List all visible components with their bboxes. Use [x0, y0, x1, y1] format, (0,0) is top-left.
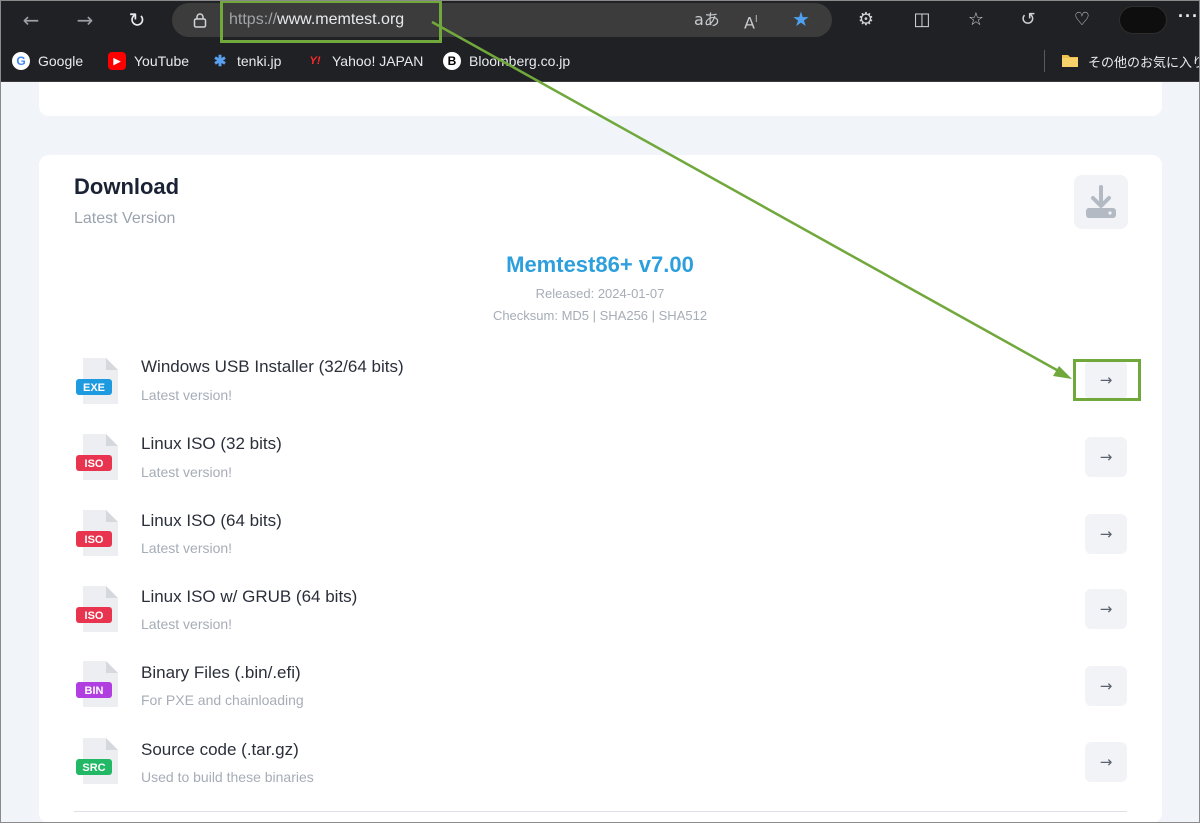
file-tag: ISO [85, 610, 104, 622]
favorites-icon[interactable]: ☆ [962, 6, 990, 34]
exe-file-icon: EXE [76, 358, 118, 404]
bookmark-label: Yahoo! JAPAN [332, 53, 424, 69]
iso-file-icon: ISO [76, 434, 118, 480]
iso-file-icon: ISO [76, 510, 118, 556]
previous-card [39, 82, 1162, 116]
item-title: Source code (.tar.gz) [141, 740, 299, 759]
release-date: Released: 2024-01-07 [535, 286, 665, 301]
browser-essentials-icon[interactable]: ♡ [1068, 6, 1096, 34]
src-file-icon: SRC [76, 738, 118, 784]
bloomberg-icon: B [443, 52, 461, 70]
tenki-icon: ✱ [213, 53, 227, 70]
reload-icon[interactable]: ↻ [122, 6, 152, 34]
translate-icon[interactable]: aあ [694, 9, 720, 31]
file-tag: EXE [83, 382, 105, 394]
bookmark-label: Google [38, 53, 84, 69]
download-source-code-button[interactable]: → [1085, 742, 1127, 782]
bookmark-divider [1044, 50, 1045, 72]
bookmark-label: YouTube [134, 53, 190, 69]
file-tag: SRC [82, 762, 105, 774]
item-desc: Latest version! [141, 540, 233, 556]
profile-avatar[interactable] [1120, 7, 1166, 33]
download-binary-files-button[interactable]: → [1085, 666, 1127, 706]
item-title: Linux ISO (32 bits) [141, 434, 282, 453]
bookmark-label: Bloomberg.co.jp [469, 53, 571, 69]
yahoo-icon: Y! [309, 55, 321, 67]
folder-icon [1062, 55, 1078, 67]
file-tag: BIN [85, 685, 104, 697]
favorite-star-icon[interactable]: ★ [792, 8, 810, 30]
url-highlight-box [220, 0, 442, 43]
download-subtitle: Latest Version [74, 210, 176, 227]
forward-arrow-icon[interactable]: → [70, 6, 100, 34]
more-menu-icon[interactable]: ··· [1178, 6, 1199, 27]
iso-file-icon: ISO [76, 586, 118, 632]
button-highlight-box [1073, 359, 1141, 401]
file-tag: ISO [85, 534, 104, 546]
split-screen-icon[interactable]: ◫ [908, 6, 936, 34]
bookmark-label: tenki.jp [237, 53, 282, 69]
download-badge [1074, 175, 1128, 229]
read-aloud-icon[interactable]: Aⅼ [744, 9, 757, 34]
google-icon: G [12, 52, 30, 70]
youtube-icon: ▶ [108, 52, 126, 70]
version-title[interactable]: Memtest86+ v7.00 [0, 252, 1200, 278]
bookmark-tenki[interactable]: ✱ tenki.jp [211, 51, 282, 71]
bookmarks-bar: G Google ▶ YouTube ✱ tenki.jp Y! Yahoo! … [0, 40, 1200, 82]
file-tag: ISO [85, 458, 104, 470]
back-arrow-icon[interactable]: ← [16, 6, 46, 34]
item-title: Linux ISO w/ GRUB (64 bits) [141, 587, 358, 606]
bookmark-bloomberg[interactable]: B Bloomberg.co.jp [443, 51, 570, 71]
browser-toolbar: ← → ↻ https://www.memtest.org aあ Aⅼ ★ ⚙ … [0, 0, 1200, 40]
lock-icon [193, 13, 207, 28]
section-divider [74, 811, 1127, 812]
item-title: Binary Files (.bin/.efi) [141, 663, 301, 682]
bookmark-yahoo[interactable]: Y! Yahoo! JAPAN [306, 51, 424, 71]
bookmark-youtube[interactable]: ▶ YouTube [108, 51, 189, 71]
item-desc: Latest version! [141, 464, 233, 480]
download-linux-iso-grub-button[interactable]: → [1085, 589, 1127, 629]
item-desc: Used to build these binaries [141, 769, 314, 785]
bookmark-other-favorites[interactable]: その他のお気に入り [1060, 51, 1200, 71]
item-desc: For PXE and chainloading [141, 692, 304, 708]
download-linux-iso-32-button[interactable]: → [1085, 437, 1127, 477]
download-title: Download [74, 174, 180, 199]
item-desc: Latest version! [141, 616, 233, 632]
bookmark-label: その他のお気に入り [1088, 54, 1200, 70]
history-icon[interactable]: ↺ [1014, 6, 1042, 34]
bookmark-google[interactable]: G Google [12, 51, 83, 71]
item-title: Windows USB Installer (32/64 bits) [141, 357, 404, 376]
checksum-links[interactable]: Checksum: MD5 | SHA256 | SHA512 [0, 308, 1200, 323]
download-icon [1086, 185, 1116, 218]
bin-file-icon: BIN [76, 661, 118, 707]
item-title: Linux ISO (64 bits) [141, 511, 282, 530]
item-desc: Latest version! [141, 387, 233, 403]
download-linux-iso-64-button[interactable]: → [1085, 514, 1127, 554]
extensions-icon[interactable]: ⚙ [852, 6, 880, 34]
